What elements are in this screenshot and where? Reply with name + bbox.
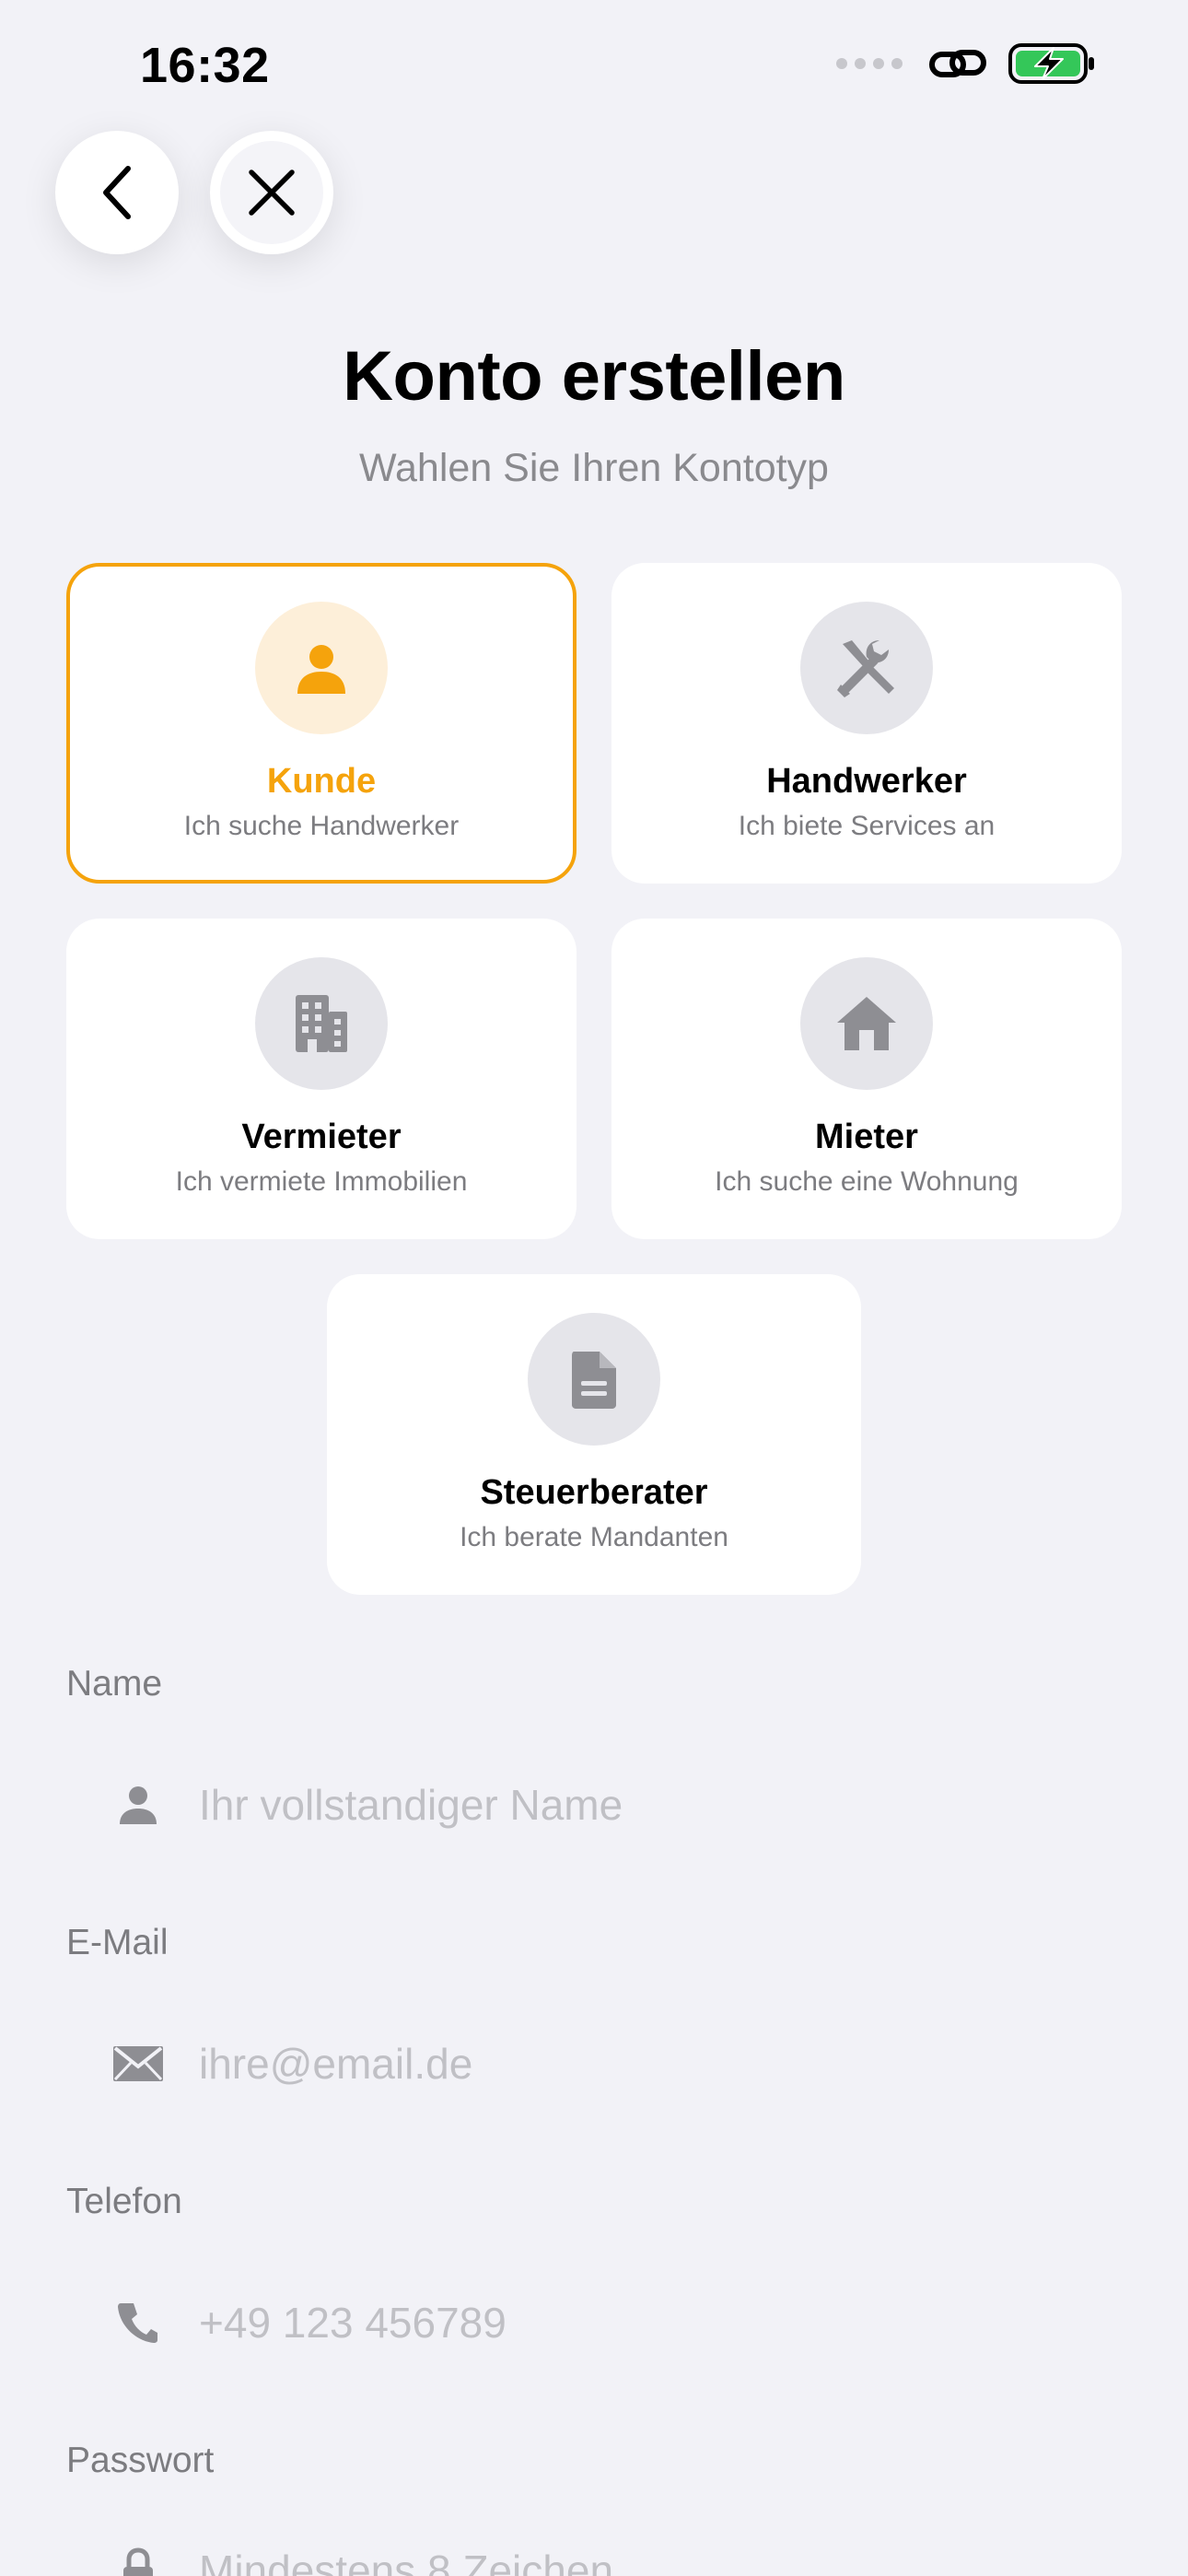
account-type-card-kunde[interactable]: Kunde Ich suche Handwerker xyxy=(66,563,577,884)
name-field xyxy=(66,1754,1122,1856)
link-icon xyxy=(929,50,986,77)
card-title: Handwerker xyxy=(766,762,967,801)
tools-icon xyxy=(837,640,894,697)
email-field xyxy=(66,2013,1122,2114)
card-title: Steuerberater xyxy=(480,1473,708,1512)
name-input[interactable] xyxy=(199,1780,1028,1830)
phone-label: Telefon xyxy=(66,2182,182,2221)
person-icon xyxy=(120,1786,157,1824)
account-type-card-mieter[interactable]: Mieter Ich suche eine Wohnung xyxy=(611,919,1122,1239)
card-description: Ich suche eine Wohnung xyxy=(715,1166,1019,1197)
card-title: Mieter xyxy=(815,1118,918,1156)
status-time: 16:32 xyxy=(140,38,270,93)
close-icon xyxy=(249,170,295,216)
document-icon xyxy=(572,1352,616,1409)
account-type-card-handwerker[interactable]: Handwerker Ich biete Services an xyxy=(611,563,1122,884)
close-button[interactable] xyxy=(210,131,333,254)
account-type-card-vermieter[interactable]: Vermieter Ich vermiete Immobilien xyxy=(66,919,577,1239)
card-description: Ich vermiete Immobilien xyxy=(175,1166,468,1197)
card-description: Ich suche Handwerker xyxy=(183,811,460,841)
password-input[interactable] xyxy=(199,2546,1028,2576)
email-label: E-Mail xyxy=(66,1923,169,1962)
back-button[interactable] xyxy=(55,131,179,254)
account-type-card-steuerberater[interactable]: Steuerberater Ich berate Mandanten xyxy=(327,1274,861,1595)
name-label: Name xyxy=(66,1664,163,1704)
chevron-left-icon xyxy=(103,166,131,219)
card-description: Ich biete Services an xyxy=(738,811,996,841)
email-input[interactable] xyxy=(199,2039,1028,2089)
signup-screen: 16:32 Konto erstellen Wahlen Sie Ihren K… xyxy=(0,0,1188,2576)
battery-charging-icon xyxy=(1008,43,1094,84)
card-title: Kunde xyxy=(266,762,377,801)
page-subtitle: Wahlen Sie Ihren Kontotyp xyxy=(359,446,829,490)
password-field xyxy=(66,2520,1122,2576)
password-label: Passwort xyxy=(66,2441,215,2480)
page-title: Konto erstellen xyxy=(343,337,845,416)
lock-icon xyxy=(123,2547,153,2576)
phone-input[interactable] xyxy=(199,2298,1028,2348)
building-icon xyxy=(296,995,347,1052)
phone-icon xyxy=(118,2303,157,2343)
card-title: Vermieter xyxy=(241,1118,402,1156)
envelope-icon xyxy=(113,2046,163,2081)
signal-icon xyxy=(836,58,903,69)
person-icon xyxy=(297,645,345,694)
phone-field xyxy=(66,2272,1122,2373)
house-icon xyxy=(837,997,896,1050)
card-description: Ich berate Mandanten xyxy=(460,1522,728,1552)
status-icons xyxy=(836,42,1096,85)
